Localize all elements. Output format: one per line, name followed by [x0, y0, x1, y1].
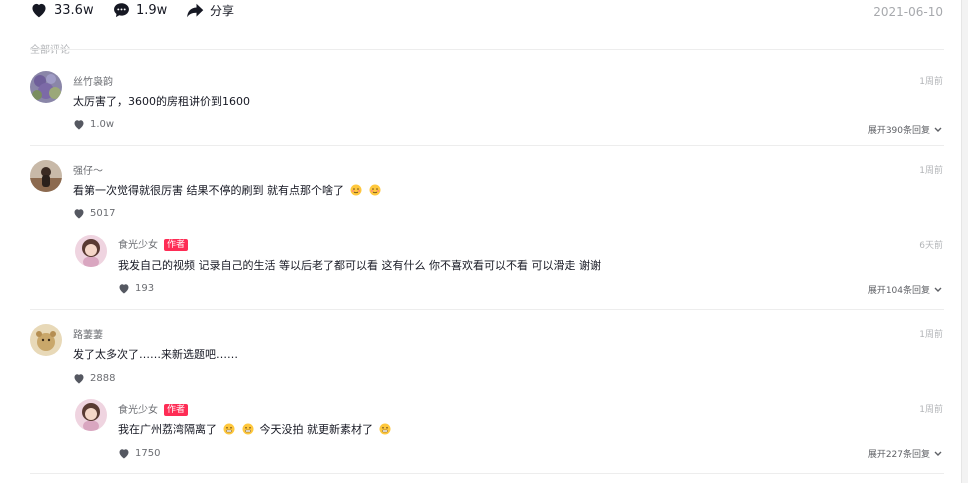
blushing-emoji-icon [369, 184, 381, 196]
expand-replies-label: 展开227条回复 [867, 450, 930, 460]
heart-icon [74, 209, 84, 219]
chevron-down-icon [934, 287, 942, 292]
comment-like-button[interactable]: 5017 [73, 208, 115, 219]
blushing-emoji-icon [350, 184, 361, 196]
comment-time: 1周前 [919, 166, 943, 176]
comment-username[interactable]: 丝竹袅韵 [73, 73, 113, 88]
grimace-emoji-icon [379, 423, 390, 435]
reply-username[interactable]: 食光少女 [118, 405, 158, 416]
comment-like-count: 2888 [90, 373, 116, 384]
expand-replies-button[interactable]: 展开104条回复 [868, 283, 942, 296]
comment-time: 1周前 [919, 77, 943, 87]
comment-text-body: 看第一次觉得就很厉害 结果不停的刷到 就有点那个啥了 [73, 184, 344, 197]
avatar[interactable] [30, 71, 62, 103]
divider [30, 309, 944, 310]
divider [30, 473, 944, 474]
expand-replies-label: 展开390条回复 [867, 126, 930, 136]
reply-text: 我在广州荔湾隔离了 今天没拍 就更新素材了 [118, 421, 393, 437]
avatar[interactable] [30, 324, 62, 356]
comments-stat[interactable]: 1.9w [113, 2, 167, 18]
comment-like-count: 5017 [90, 208, 116, 219]
comment-text: 发了太多次了……来新选题吧…… [73, 348, 238, 361]
author-avatar[interactable] [75, 399, 107, 431]
expand-replies-label: 展开104条回复 [867, 286, 930, 296]
heart-icon [32, 3, 46, 18]
share-icon [187, 3, 204, 18]
comment-like-button[interactable]: 2888 [73, 373, 115, 384]
reply-username-row: 食光少女 作者 [118, 401, 189, 416]
reply-username-row: 食光少女 作者 [118, 236, 189, 251]
chevron-down-icon [934, 127, 942, 132]
reply-like-count: 1750 [135, 448, 161, 459]
comment-time: 1周前 [919, 330, 943, 340]
share-button[interactable]: 分享 [186, 2, 234, 19]
expand-replies-button[interactable]: 展开227条回复 [868, 447, 942, 460]
reply-time: 6天前 [919, 241, 943, 251]
reply-username[interactable]: 食光少女 [118, 240, 158, 251]
comment-text: 太厉害了，3600的房租讲价到1600 [73, 95, 250, 108]
reply-text-part: 今天没拍 就更新素材了 [259, 423, 374, 436]
heart-icon [74, 120, 84, 130]
comment-text: 看第一次觉得就很厉害 结果不停的刷到 就有点那个啥了 [73, 182, 383, 198]
heart-icon [119, 449, 129, 459]
scrollbar-track[interactable] [961, 0, 968, 483]
reply-time: 1周前 [919, 405, 943, 415]
reply-like-button[interactable]: 1750 [118, 448, 160, 459]
reply-like-count: 193 [135, 283, 155, 294]
reply-like-button[interactable]: 193 [118, 283, 154, 294]
comment-like-count: 1.0w [90, 119, 115, 130]
comments-count: 1.9w [136, 2, 168, 18]
divider [30, 145, 944, 146]
comment-like-button[interactable]: 1.0w [73, 119, 114, 130]
grimace-emoji-icon [242, 423, 254, 435]
share-label: 分享 [210, 4, 235, 18]
comment-username[interactable]: 路萋萋 [73, 326, 103, 341]
author-avatar[interactable] [75, 235, 107, 267]
comment-icon [114, 3, 129, 18]
author-badge: 作者 [164, 404, 189, 416]
grimace-emoji-icon [223, 423, 234, 435]
likes-count: 33.6w [54, 2, 94, 18]
heart-icon [74, 374, 84, 384]
expand-replies-button[interactable]: 展开390条回复 [868, 123, 942, 136]
post-date: 2021-06-10 [873, 5, 943, 19]
avatar[interactable] [30, 160, 62, 192]
comment-username[interactable]: 强仔～ [73, 162, 103, 177]
likes-stat[interactable]: 33.6w [30, 2, 94, 18]
reply-text: 我发自己的视频 记录自己的生活 等以后老了都可以看 这有什么 你不喜欢看可以不看… [118, 259, 601, 272]
reply-text-part: 我在广州荔湾隔离了 [118, 423, 217, 436]
author-badge: 作者 [164, 239, 189, 251]
heart-icon [119, 284, 129, 294]
divider [30, 49, 944, 50]
video-stats-bar: 33.6w 1.9w 分享 2021-06-10 [0, 0, 968, 24]
chevron-down-icon [934, 451, 942, 456]
